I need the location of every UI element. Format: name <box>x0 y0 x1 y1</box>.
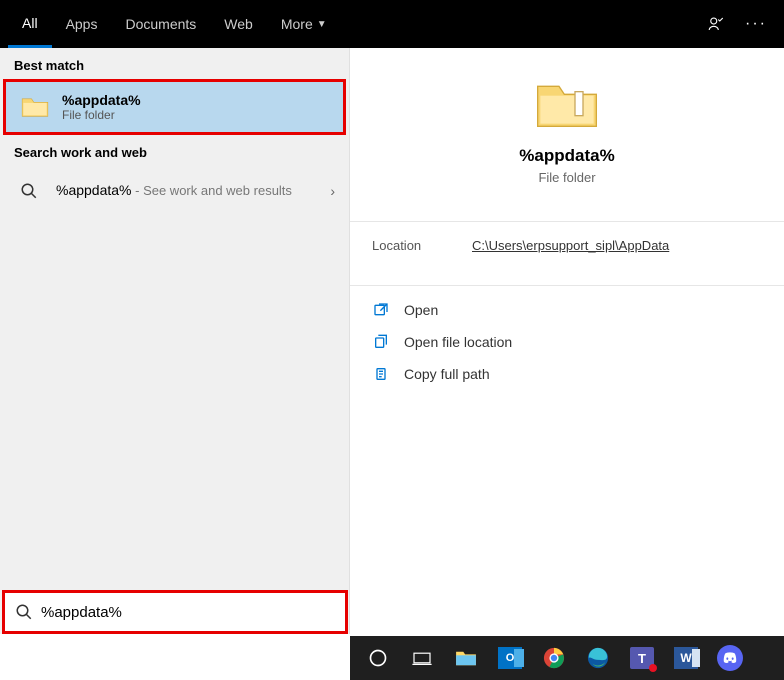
folder-open-icon <box>372 334 390 350</box>
more-options-icon[interactable]: ··· <box>736 15 776 33</box>
chevron-down-icon: ▼ <box>317 19 327 30</box>
location-link[interactable]: C:\Users\erpsupport_sipl\AppData <box>472 238 669 253</box>
chevron-right-icon: › <box>330 183 335 199</box>
discord-icon[interactable] <box>708 636 752 680</box>
location-label: Location <box>372 238 472 253</box>
annotation-highlight: %appdata% File folder <box>3 79 346 135</box>
outlook-icon[interactable]: O <box>488 636 532 680</box>
detail-title: %appdata% <box>350 146 784 166</box>
detail-subtitle: File folder <box>350 170 784 185</box>
search-filter-bar: All Apps Documents Web More ▼ ··· <box>0 0 784 48</box>
action-label: Copy full path <box>404 366 490 382</box>
action-open-location[interactable]: Open file location <box>350 326 784 358</box>
tab-all[interactable]: All <box>8 0 52 48</box>
action-label: Open <box>404 302 438 318</box>
open-icon <box>372 302 390 318</box>
folder-icon-large <box>350 78 784 132</box>
task-view-icon[interactable] <box>400 636 444 680</box>
annotation-highlight-search <box>2 590 348 634</box>
chrome-icon[interactable] <box>532 636 576 680</box>
action-label: Open file location <box>404 334 512 350</box>
action-list: Open Open file location Copy full path <box>350 286 784 398</box>
feedback-icon[interactable] <box>696 15 736 33</box>
tab-apps[interactable]: Apps <box>52 0 112 48</box>
best-match-result[interactable]: %appdata% File folder <box>6 82 343 132</box>
action-open[interactable]: Open <box>350 294 784 326</box>
result-subtitle: File folder <box>62 108 329 122</box>
teams-icon[interactable]: T <box>620 636 664 680</box>
tab-documents[interactable]: Documents <box>111 0 210 48</box>
cortana-icon[interactable] <box>356 636 400 680</box>
search-web-header: Search work and web <box>0 135 349 166</box>
file-explorer-icon[interactable] <box>444 636 488 680</box>
taskbar: O T W <box>350 636 784 680</box>
search-icon <box>15 603 33 621</box>
word-icon[interactable]: W <box>664 636 708 680</box>
main-content: Best match %appdata% File folder Search … <box>0 48 784 634</box>
results-pane: Best match %appdata% File folder Search … <box>0 48 350 634</box>
copy-icon <box>372 366 390 382</box>
best-match-header: Best match <box>0 48 349 79</box>
web-result-text: %appdata% - See work and web results <box>56 182 330 200</box>
web-search-result[interactable]: %appdata% - See work and web results › <box>0 166 349 216</box>
tab-more[interactable]: More ▼ <box>267 0 341 48</box>
search-input[interactable] <box>33 604 335 621</box>
folder-icon <box>20 92 50 122</box>
edge-icon[interactable] <box>576 636 620 680</box>
action-copy-path[interactable]: Copy full path <box>350 358 784 390</box>
detail-pane: %appdata% File folder Location C:\Users\… <box>350 48 784 634</box>
result-title: %appdata% <box>62 92 329 108</box>
search-icon <box>14 176 44 206</box>
search-box[interactable] <box>5 593 345 631</box>
location-row: Location C:\Users\erpsupport_sipl\AppDat… <box>350 222 784 269</box>
tab-web[interactable]: Web <box>210 0 267 48</box>
